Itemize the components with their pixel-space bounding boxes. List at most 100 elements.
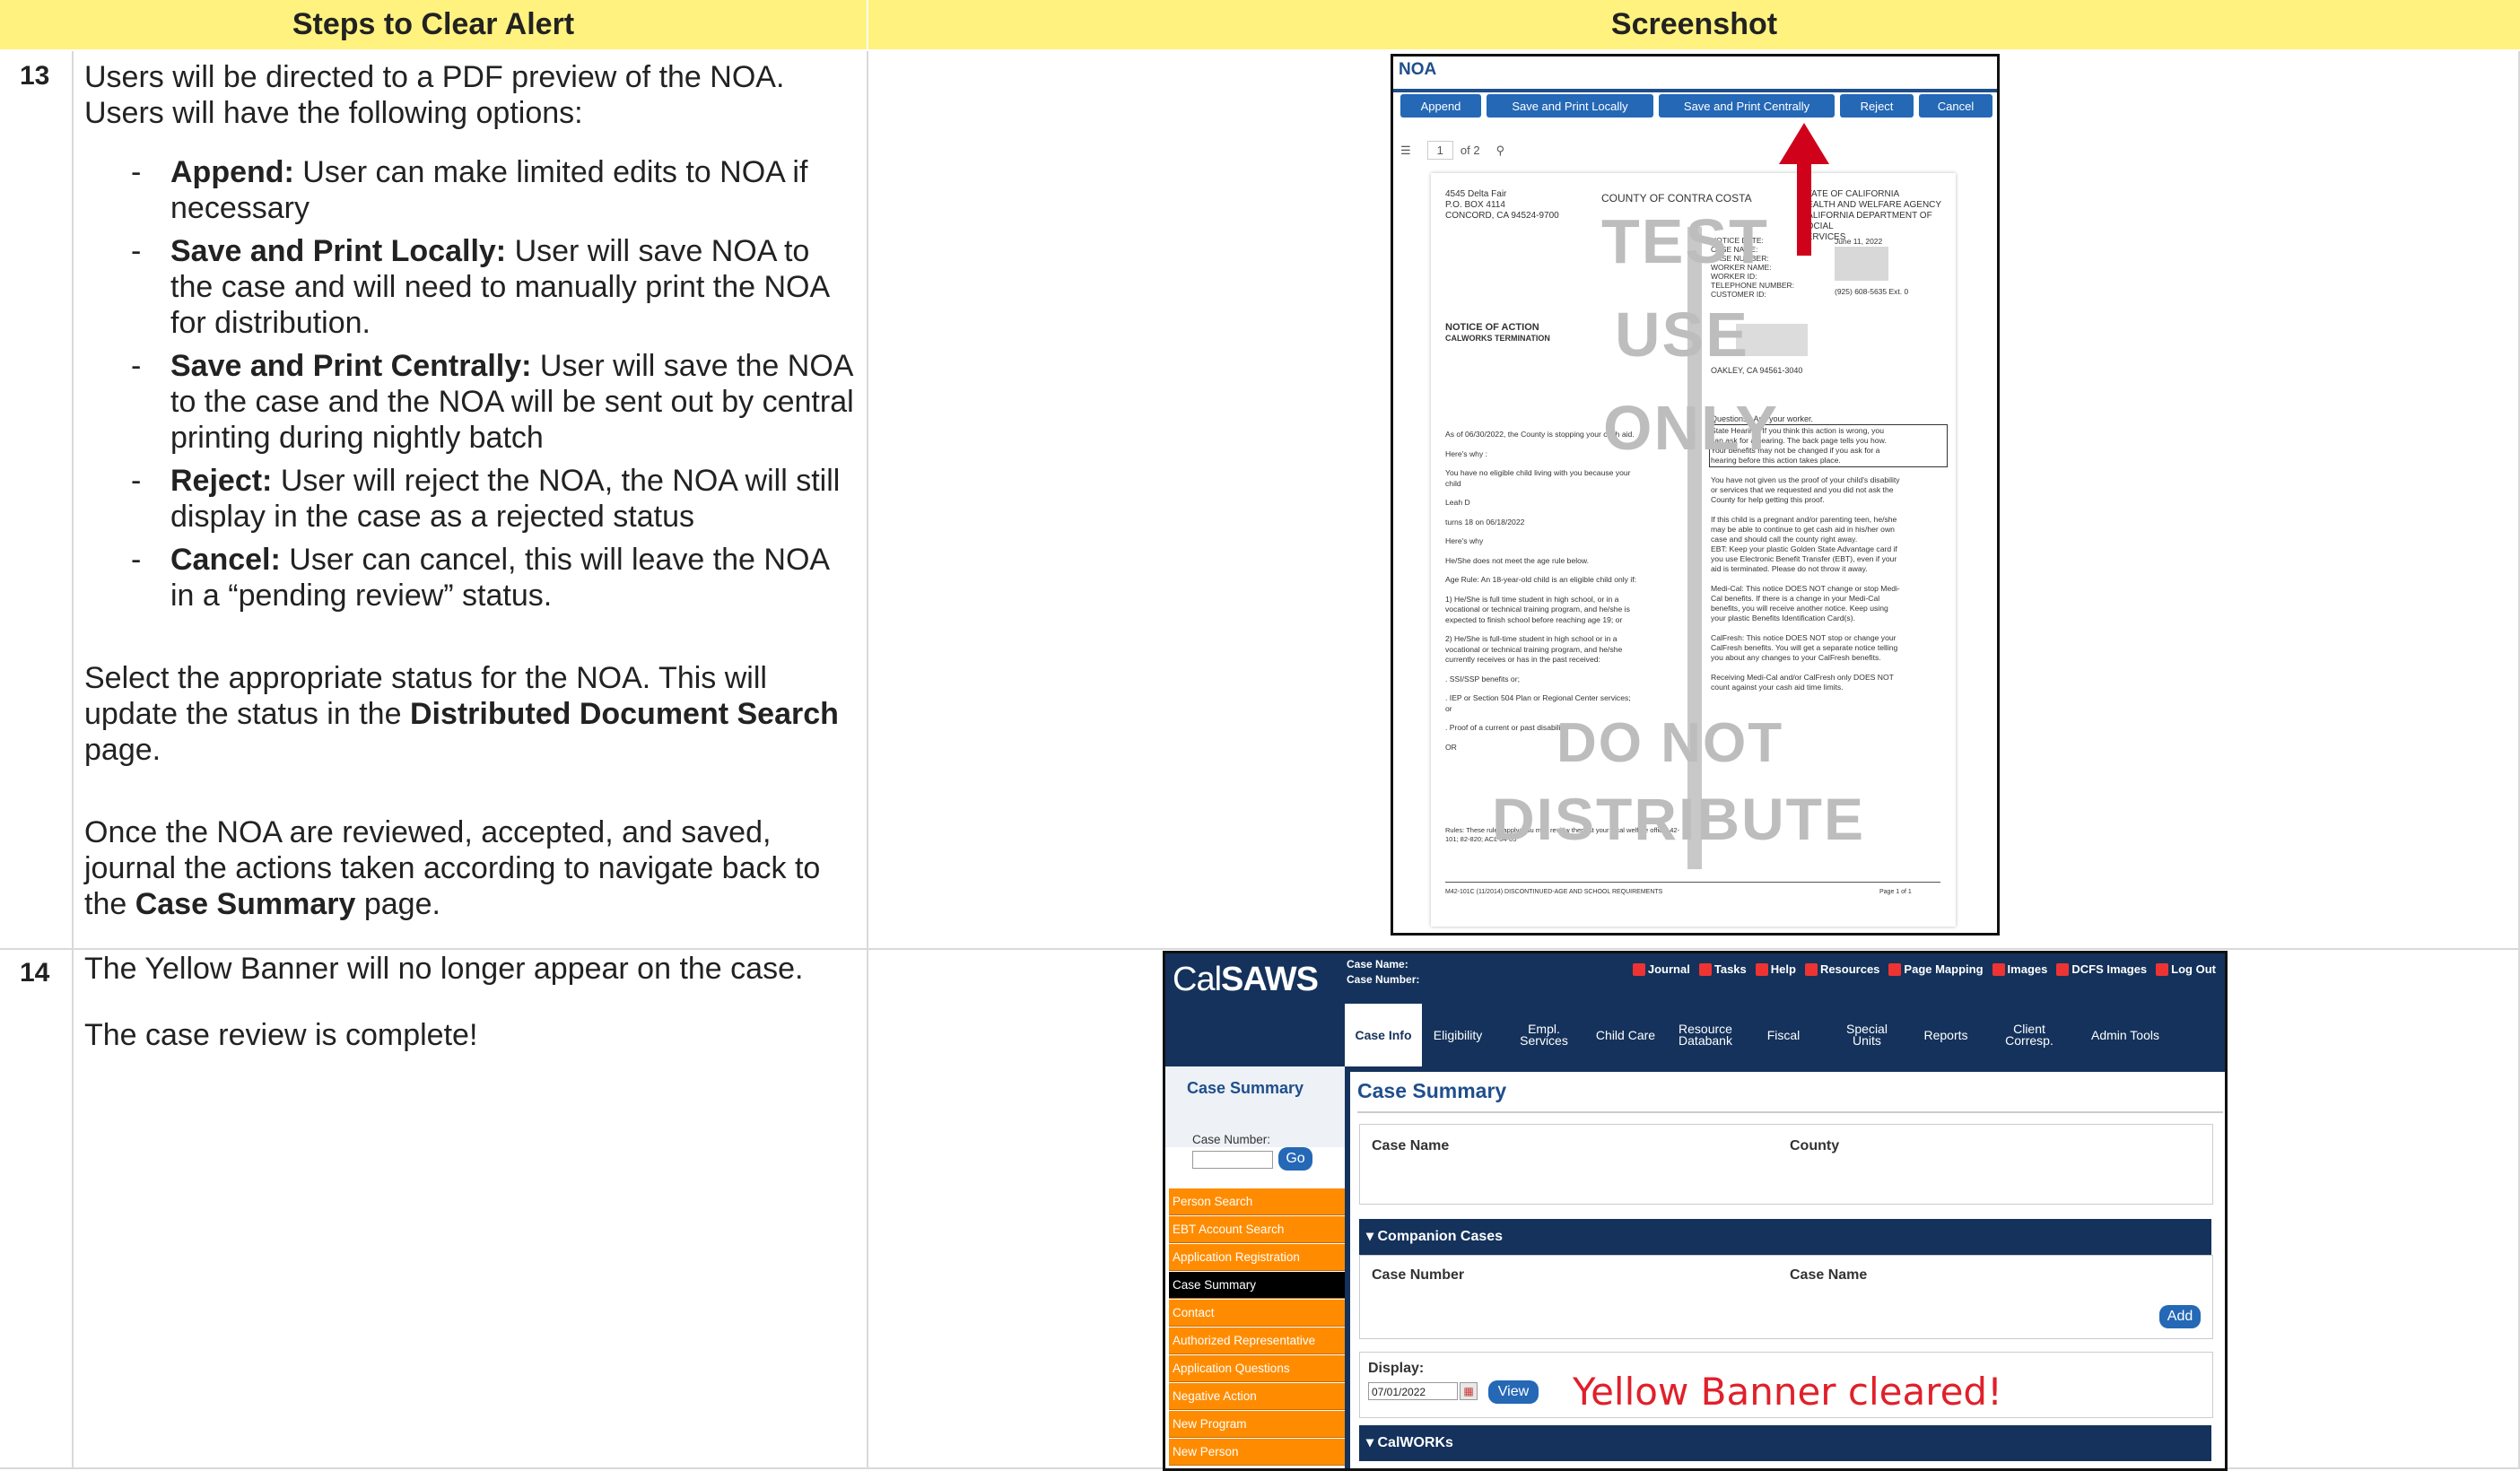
sidebar-case-number-label: Case Number: (1192, 1133, 1271, 1146)
notice-date: June 11, 2022 (1835, 237, 1883, 246)
body-line: . SSI/SSP benefits or; (1445, 674, 1520, 683)
case-header-labels: Case Name: Case Number: (1347, 958, 1420, 986)
watermark-test: TEST (1601, 206, 1769, 276)
option-term: Save and Print Centrally: (170, 349, 532, 383)
body-line (1711, 623, 1946, 633)
sidebar-item-new-person[interactable]: New Person (1169, 1439, 1345, 1466)
body-line: aid is terminated. Please do not throw i… (1711, 564, 1868, 573)
body-line: Medi-Cal: This notice DOES NOT change or… (1711, 584, 1900, 593)
sidebar-item-authorized-representative[interactable]: Authorized Representative (1169, 1327, 1345, 1354)
page-title: Case Summary (1357, 1079, 1507, 1102)
list-icon[interactable]: ☰ (1400, 144, 1411, 158)
top-link-images[interactable]: Images (1992, 962, 2047, 976)
noa-title: NOA (1399, 60, 1437, 79)
noa-title-bar (1393, 89, 1997, 92)
tab-client-corresp[interactable]: Client Corresp. (1991, 1004, 2068, 1066)
add-button[interactable]: Add (2159, 1305, 2201, 1328)
content-top-rule (1350, 1066, 2225, 1072)
companion-case-number-column: Case Number (1372, 1267, 1465, 1283)
tab-resource-databank[interactable]: Resource Databank (1668, 1004, 1743, 1066)
county-column: County (1790, 1138, 1840, 1153)
calendar-icon[interactable]: ▦ (1460, 1382, 1478, 1400)
step-13-number-cell (0, 51, 74, 950)
body-line (1711, 574, 1946, 584)
yellow-banner-cleared-callout: Yellow Banner cleared! (1573, 1370, 2002, 1414)
option-term: Append: (170, 155, 294, 189)
companion-cases-header[interactable]: ▾ Companion Cases (1359, 1219, 2211, 1255)
tab-case-info[interactable]: Case Info (1345, 1004, 1422, 1066)
sidebar-item-ebt-account-search[interactable]: EBT Account Search (1169, 1216, 1345, 1243)
sidebar-item-negative-action[interactable]: Negative Action (1169, 1383, 1345, 1410)
save-print-locally-button[interactable]: Save and Print Locally (1487, 94, 1653, 118)
noa-preview-screenshot: NOA Append Save and Print Locally Save a… (1391, 54, 2000, 936)
save-print-centrally-button[interactable]: Save and Print Centrally (1659, 94, 1835, 118)
option-item: - Save and Print Locally: User will save … (131, 234, 829, 340)
sidebar-item-new-program[interactable]: New Program (1169, 1411, 1345, 1438)
top-link-journal[interactable]: Journal (1632, 962, 1690, 976)
footer-rule (1445, 882, 1940, 883)
notice-subtitle: CALWORKS TERMINATION (1445, 334, 1550, 343)
body-line: you about any changes to your CalFresh b… (1711, 653, 1881, 662)
top-link-dcfs-images[interactable]: DCFS Images (2056, 962, 2147, 976)
body-line: may be able to continue to get cash aid … (1711, 525, 1895, 534)
redacted-block (1835, 247, 1888, 281)
left-sidebar: Case Summary Case Number: Go Person Sear… (1165, 1066, 1345, 1468)
search-icon[interactable]: ⚲ (1496, 144, 1505, 158)
body-line: 1) He/She is full time student in high s… (1445, 594, 1619, 604)
top-link-resources[interactable]: Resources (1804, 962, 1879, 976)
body-line: child (1445, 478, 1461, 488)
red-arrow-icon (1779, 123, 1829, 256)
page-input[interactable]: 1 (1426, 141, 1453, 160)
option-term: Cancel: (170, 543, 281, 577)
tab-empl-services[interactable]: Empl. Services (1506, 1004, 1582, 1066)
calworks-header[interactable]: ▾ CalWORKs (1359, 1425, 2211, 1461)
body-line: expected to finish school before reachin… (1445, 614, 1623, 624)
sidebar-item-person-search[interactable]: Person Search (1169, 1188, 1345, 1215)
option-item: - Reject: User will reject the NOA, the N… (131, 464, 841, 534)
view-button[interactable]: View (1488, 1380, 1539, 1404)
worker-phone: (925) 608-5635 Ext. 0 (1835, 287, 1909, 296)
resources-icon (1804, 962, 1818, 976)
top-link-tasks[interactable]: Tasks (1698, 962, 1747, 976)
notice-field-label: CUSTOMER ID: (1711, 290, 1766, 299)
option-item: - Save and Print Centrally: User will sav… (131, 349, 854, 455)
sidebar-item-contact[interactable]: Contact (1169, 1300, 1345, 1327)
body-line: Cal benefits. If there is a change in yo… (1711, 594, 1880, 603)
sidebar-item-case-summary[interactable]: Case Summary (1169, 1272, 1345, 1299)
top-link-help[interactable]: Help (1755, 962, 1796, 976)
calsaws-screenshot: CalSAWS Case Name: Case Number: Journal Ta… (1163, 951, 2228, 1471)
cancel-button[interactable]: Cancel (1919, 94, 1992, 118)
body-line: turns 18 on 06/18/2022 (1445, 517, 1525, 527)
tab-child-care[interactable]: Child Care (1587, 1004, 1664, 1066)
notice-title: NOTICE OF ACTION (1445, 322, 1539, 333)
display-date-input[interactable]: 07/01/2022 (1368, 1382, 1458, 1400)
step-14-line2: The case review is complete! (84, 1018, 478, 1052)
body-line: CalFresh benefits. You will get a separa… (1711, 643, 1898, 652)
body-line: You have not given us the proof of your … (1711, 475, 1900, 484)
body-line: 2) He/She is full-time student in high s… (1445, 634, 1618, 643)
tab-fiscal[interactable]: Fiscal (1748, 1004, 1818, 1066)
append-button[interactable]: Append (1400, 94, 1481, 118)
top-link-page-mapping[interactable]: Page Mapping (1888, 962, 1984, 976)
page-mapping-icon (1888, 962, 1902, 976)
tab-eligibility[interactable]: Eligibility (1421, 1004, 1495, 1066)
sidebar-item-application-questions[interactable]: Application Questions (1169, 1355, 1345, 1382)
top-link-log-out[interactable]: Log Out (2156, 962, 2216, 976)
tab-special-units[interactable]: Special Units (1829, 1004, 1905, 1066)
watermark-use: USE (1615, 300, 1749, 370)
pdf-page: 4545 Delta Fair P.O. BOX 4114 CONCORD, CA … (1431, 173, 1956, 927)
body-line: EBT: Keep your plastic Golden State Adva… (1711, 544, 1897, 553)
reject-button[interactable]: Reject (1840, 94, 1914, 118)
noa-button-bar: Append Save and Print Locally Save and P… (1400, 94, 1992, 118)
tab-admin-tools[interactable]: Admin Tools (2080, 1004, 2170, 1066)
select-paragraph: Select the appropriate status for the NO… (84, 661, 839, 767)
main-nav: Case Info Eligibility Empl. Services Child … (1165, 1004, 2225, 1066)
step-13-intro: Users will be directed to a PDF preview … (84, 60, 785, 130)
sidebar-item-application-registration[interactable]: Application Registration (1169, 1244, 1345, 1271)
tab-reports[interactable]: Reports (1910, 1004, 1982, 1066)
sidebar-case-number-input[interactable] (1192, 1151, 1273, 1169)
body-line (1711, 663, 1946, 673)
body-line: CalFresh: This notice DOES NOT stop or c… (1711, 633, 1897, 642)
step-number: 13 (20, 61, 50, 91)
go-button[interactable]: Go (1278, 1147, 1312, 1171)
